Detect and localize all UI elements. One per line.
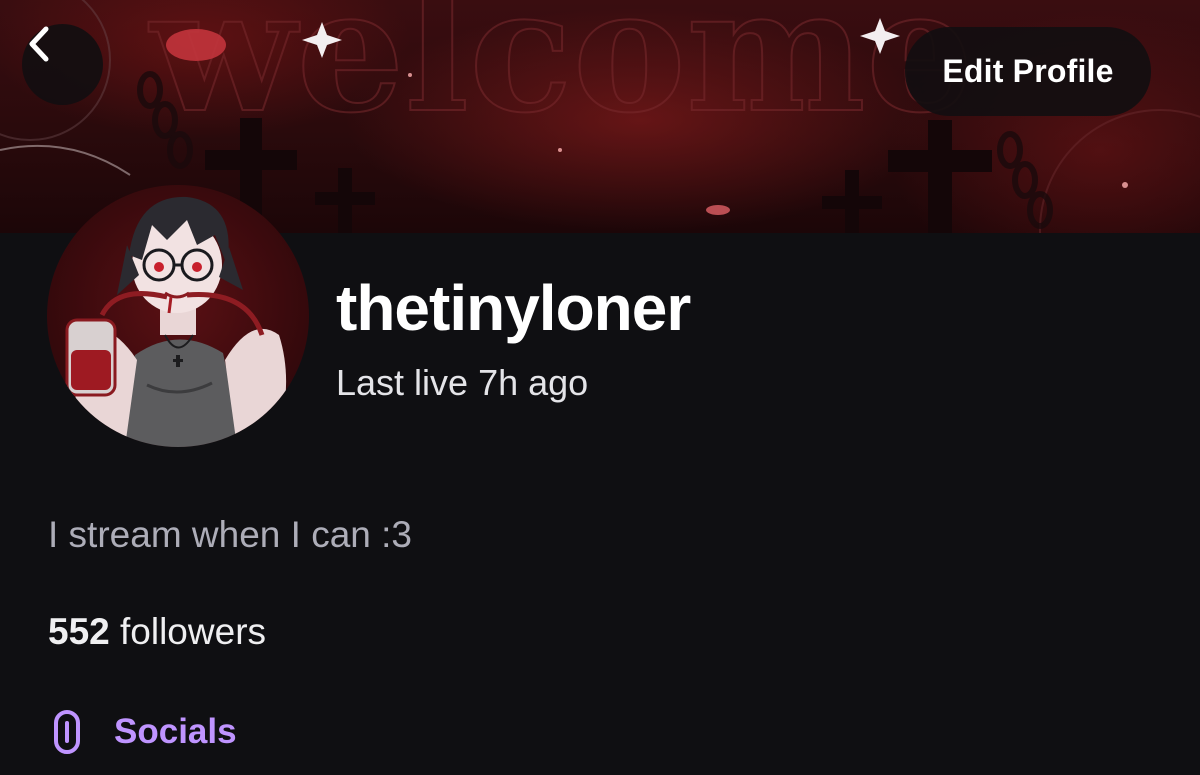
follower-count-number: 552 bbox=[48, 611, 110, 652]
back-button[interactable] bbox=[22, 24, 103, 105]
follower-count-label: followers bbox=[109, 611, 267, 652]
socials-label: Socials bbox=[114, 712, 237, 751]
chevron-left-icon bbox=[29, 26, 49, 62]
edit-profile-button[interactable]: Edit Profile bbox=[905, 27, 1151, 116]
banner-title: welcome bbox=[148, 0, 974, 151]
avatar-illustration bbox=[65, 196, 287, 447]
link-icon bbox=[52, 708, 96, 756]
last-live-status: Last live 7h ago bbox=[336, 362, 589, 403]
channel-bio: I stream when I can :3 bbox=[48, 514, 413, 555]
profile-page: welcome Edit Profile thetinyloner Last l… bbox=[0, 0, 1200, 775]
follower-count: 552 followers bbox=[48, 610, 266, 654]
avatar bbox=[47, 185, 309, 447]
socials-link[interactable]: Socials bbox=[52, 708, 237, 756]
channel-name: thetinyloner bbox=[336, 272, 691, 344]
